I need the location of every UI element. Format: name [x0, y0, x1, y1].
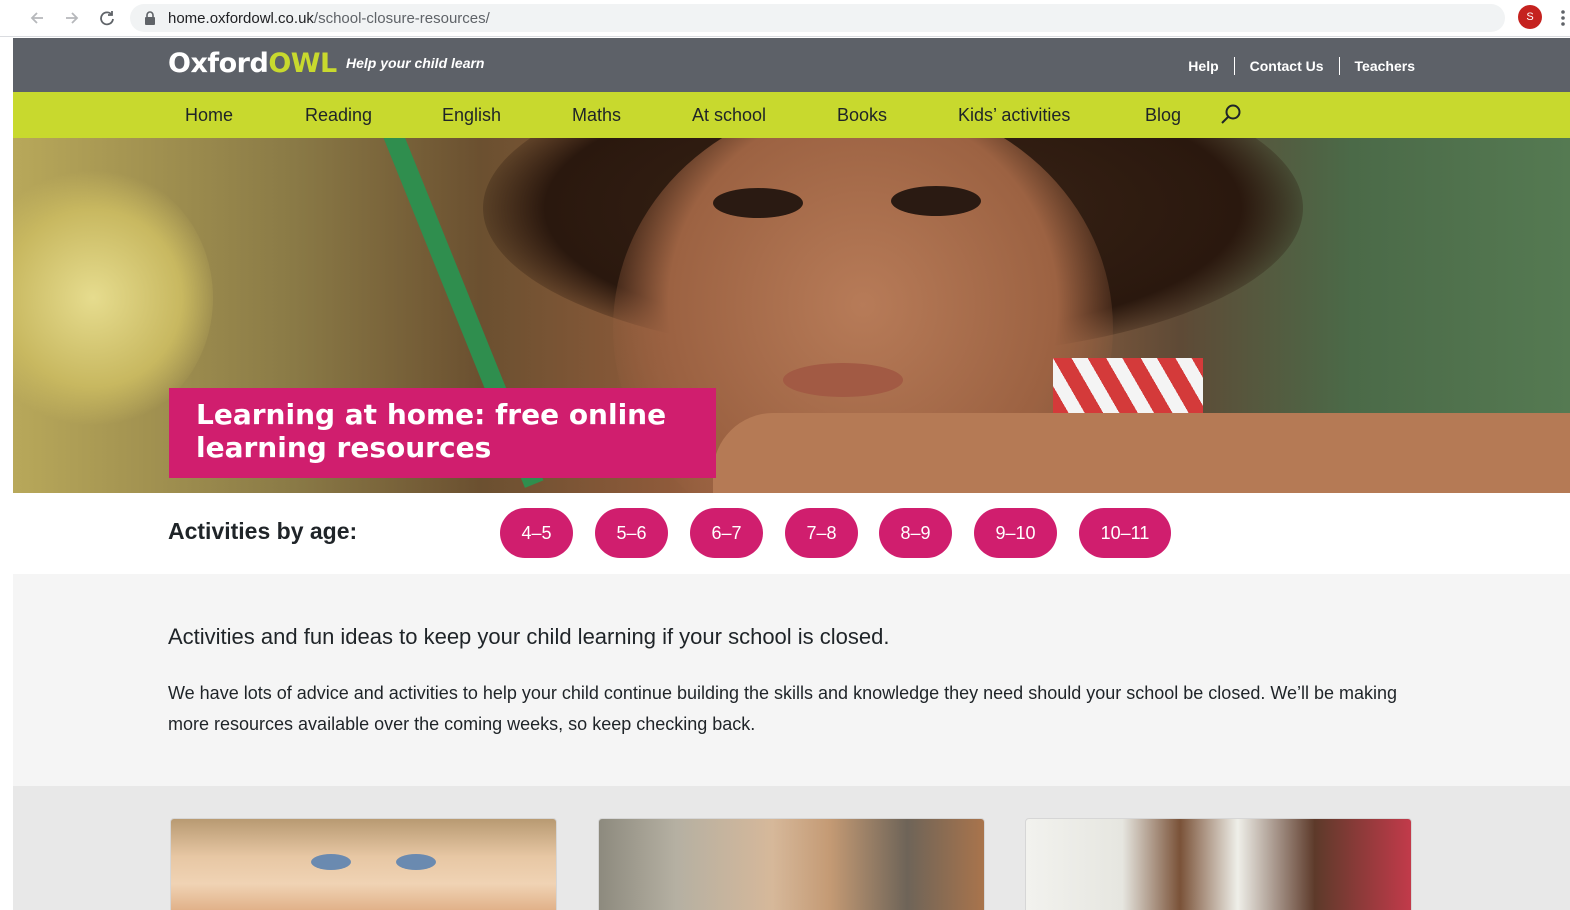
intro-section: Activities and fun ideas to keep your ch…	[13, 574, 1570, 786]
age-button-7-8[interactable]: 7–8	[785, 508, 858, 558]
tagline: Help your child learn	[346, 55, 485, 71]
hero-image-eye	[713, 188, 803, 218]
hero-banner: Learning at home: free online learning re…	[13, 138, 1570, 493]
resource-cards	[13, 786, 1570, 910]
nav-item-maths[interactable]: Maths	[572, 105, 621, 126]
arrow-right-icon	[66, 12, 79, 24]
nav-item-reading[interactable]: Reading	[305, 105, 372, 126]
contact-us-link[interactable]: Contact Us	[1250, 58, 1324, 74]
page-title: Learning at home: free online learning re…	[196, 398, 689, 464]
oxford-owl-logo[interactable]: OxfordOWL	[168, 48, 337, 79]
top-links: Help Contact Us Teachers	[1188, 57, 1415, 75]
main-nav: Home Reading English Maths At school Boo…	[13, 92, 1570, 138]
card-image	[396, 854, 436, 870]
age-button-10-11[interactable]: 10–11	[1079, 508, 1171, 558]
resource-card[interactable]	[1025, 818, 1412, 910]
teachers-link[interactable]: Teachers	[1355, 58, 1415, 74]
forward-button[interactable]	[59, 6, 85, 30]
age-filter-bar: Activities by age: 4–5 5–6 6–7 7–8 8–9 9…	[13, 493, 1570, 574]
back-button[interactable]	[24, 6, 50, 30]
age-button-5-6[interactable]: 5–6	[595, 508, 668, 558]
card-image	[311, 854, 351, 870]
page-title-line-2: learning resources	[196, 431, 492, 464]
address-bar[interactable]: home.oxfordowl.co.uk/school-closure-reso…	[130, 4, 1505, 32]
nav-item-at-school[interactable]: At school	[692, 105, 766, 126]
profile-avatar[interactable]: S	[1518, 5, 1542, 29]
url-text: home.oxfordowl.co.uk/school-closure-reso…	[168, 10, 490, 27]
website: OxfordOWL Help your child learn Help Con…	[13, 38, 1570, 910]
hero-title-box: Learning at home: free online learning re…	[169, 388, 716, 478]
age-button-8-9[interactable]: 8–9	[879, 508, 952, 558]
logo-text: Oxford	[168, 48, 269, 79]
reload-button[interactable]	[94, 6, 120, 30]
age-button-9-10[interactable]: 9–10	[974, 508, 1057, 558]
lock-icon	[145, 11, 155, 25]
browser-toolbar: home.oxfordowl.co.uk/school-closure-reso…	[0, 0, 1570, 37]
intro-lead: Activities and fun ideas to keep your ch…	[168, 624, 890, 649]
age-button-6-7[interactable]: 6–7	[690, 508, 763, 558]
hero-image-arm	[713, 413, 1570, 493]
logo-owl-text: OWL	[268, 48, 337, 79]
divider	[1233, 57, 1235, 75]
hero-image-eye	[891, 186, 981, 216]
nav-item-home[interactable]: Home	[185, 105, 233, 126]
divider	[1338, 57, 1340, 75]
resource-card[interactable]	[598, 818, 985, 910]
arrow-left-icon	[30, 12, 43, 24]
reload-icon	[100, 11, 114, 26]
resource-card[interactable]	[170, 818, 557, 910]
age-filter-label: Activities by age:	[168, 518, 358, 544]
url-path: /school-closure-resources/	[313, 10, 490, 27]
nav-item-kids-activities[interactable]: Kids’ activities	[958, 105, 1070, 126]
nav-item-books[interactable]: Books	[837, 105, 887, 126]
nav-item-blog[interactable]: Blog	[1145, 105, 1181, 126]
page-title-line-1: Learning at home: free online	[196, 398, 667, 431]
intro-body: We have lots of advice and activities to…	[168, 683, 1398, 734]
hero-image-lips	[783, 363, 903, 397]
search-icon[interactable]	[1219, 103, 1243, 127]
url-host: home.oxfordowl.co.uk	[168, 10, 314, 27]
help-link[interactable]: Help	[1188, 58, 1218, 74]
age-button-4-5[interactable]: 4–5	[500, 508, 573, 558]
site-top-bar: OxfordOWL Help your child learn Help Con…	[13, 38, 1570, 92]
nav-item-english[interactable]: English	[442, 105, 501, 126]
more-menu-icon[interactable]	[1556, 8, 1570, 28]
